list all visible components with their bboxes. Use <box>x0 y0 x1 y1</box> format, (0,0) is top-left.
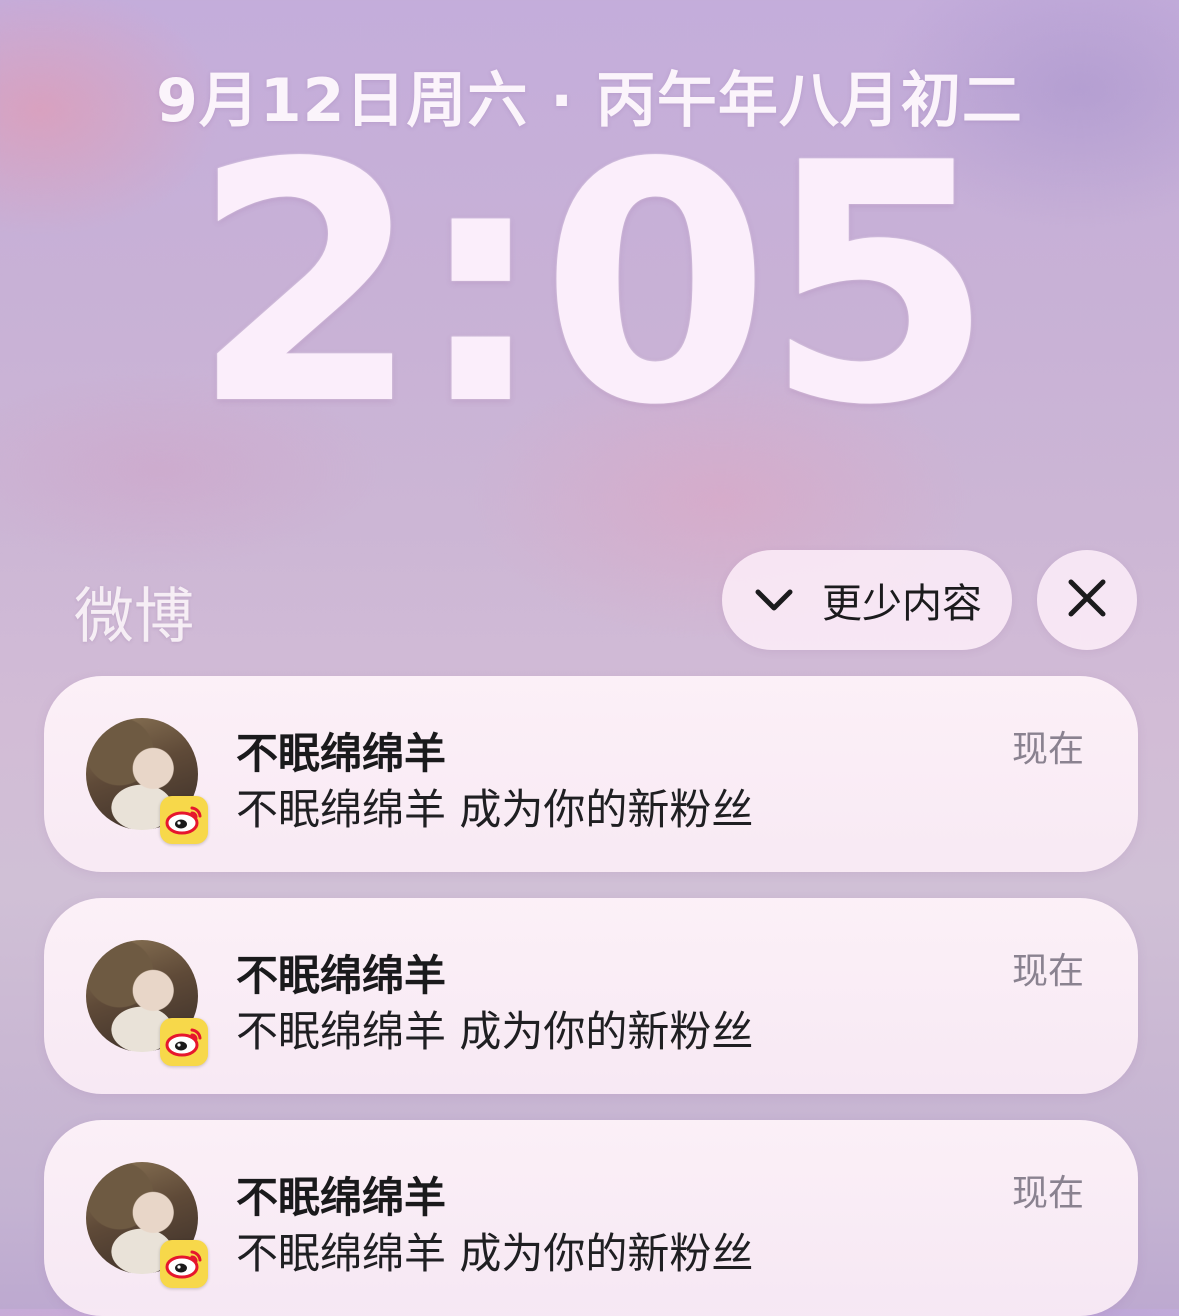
notification-time: 现在 <box>1011 1173 1084 1214</box>
show-less-button[interactable]: 更少内容 <box>722 550 1012 650</box>
notification-message: 不眠绵绵羊 成为你的新粉丝 <box>236 785 754 834</box>
notification-message: 不眠绵绵羊 成为你的新粉丝 <box>236 1007 754 1056</box>
chevron-down-icon <box>752 578 796 622</box>
notification-message: 不眠绵绵羊 成为你的新粉丝 <box>236 1229 754 1278</box>
weibo-icon <box>160 796 208 844</box>
clear-notifications-button[interactable] <box>1037 550 1137 650</box>
notification-sender: 不眠绵绵羊 <box>236 729 447 778</box>
notification-sender: 不眠绵绵羊 <box>236 951 447 1000</box>
notification-sender: 不眠绵绵羊 <box>236 1173 447 1222</box>
close-icon <box>1067 578 1107 622</box>
notification-group-title: 微博 <box>74 582 194 652</box>
notification-time: 现在 <box>1011 729 1084 770</box>
weibo-icon <box>160 1240 208 1288</box>
show-less-label: 更少内容 <box>822 581 982 627</box>
lockscreen-clock: 2:05 <box>191 93 994 477</box>
notification-card[interactable]: 不眠绵绵羊 不眠绵绵羊 成为你的新粉丝 现在 <box>44 898 1138 1094</box>
notification-card[interactable]: 不眠绵绵羊 不眠绵绵羊 成为你的新粉丝 现在 <box>44 676 1138 872</box>
weibo-icon <box>160 1018 208 1066</box>
notification-card[interactable]: 不眠绵绵羊 不眠绵绵羊 成为你的新粉丝 现在 <box>44 1120 1138 1316</box>
notification-time: 现在 <box>1011 951 1084 992</box>
